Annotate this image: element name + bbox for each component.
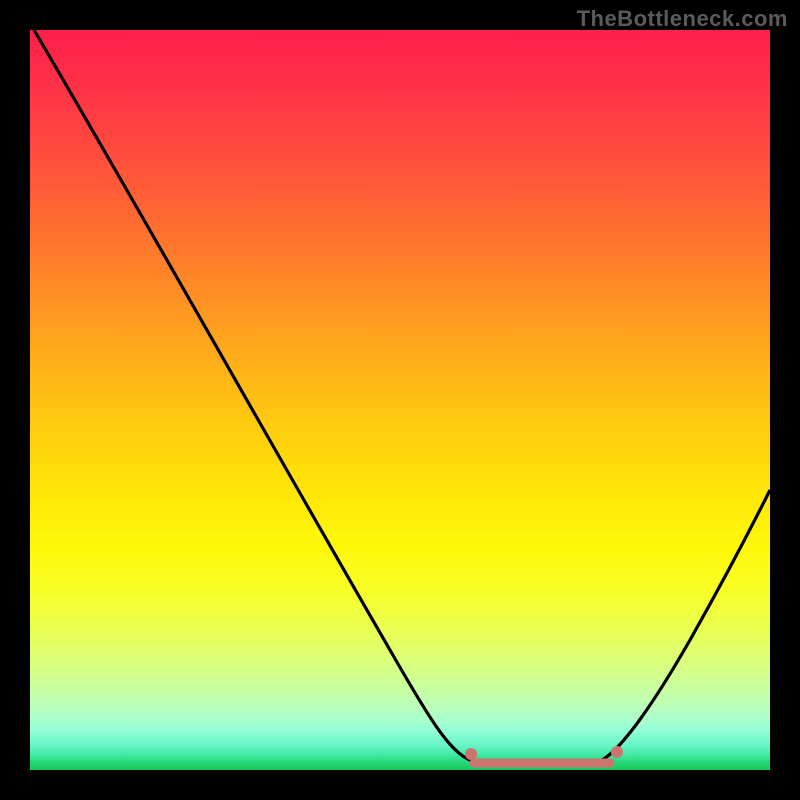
bottleneck-curve (34, 30, 770, 765)
watermark-text: TheBottleneck.com (577, 6, 788, 32)
right-end-dot (611, 746, 623, 758)
left-end-dot (465, 748, 477, 760)
curve-layer (30, 30, 770, 770)
chart-frame: TheBottleneck.com (0, 0, 800, 800)
plot-area (30, 30, 770, 770)
